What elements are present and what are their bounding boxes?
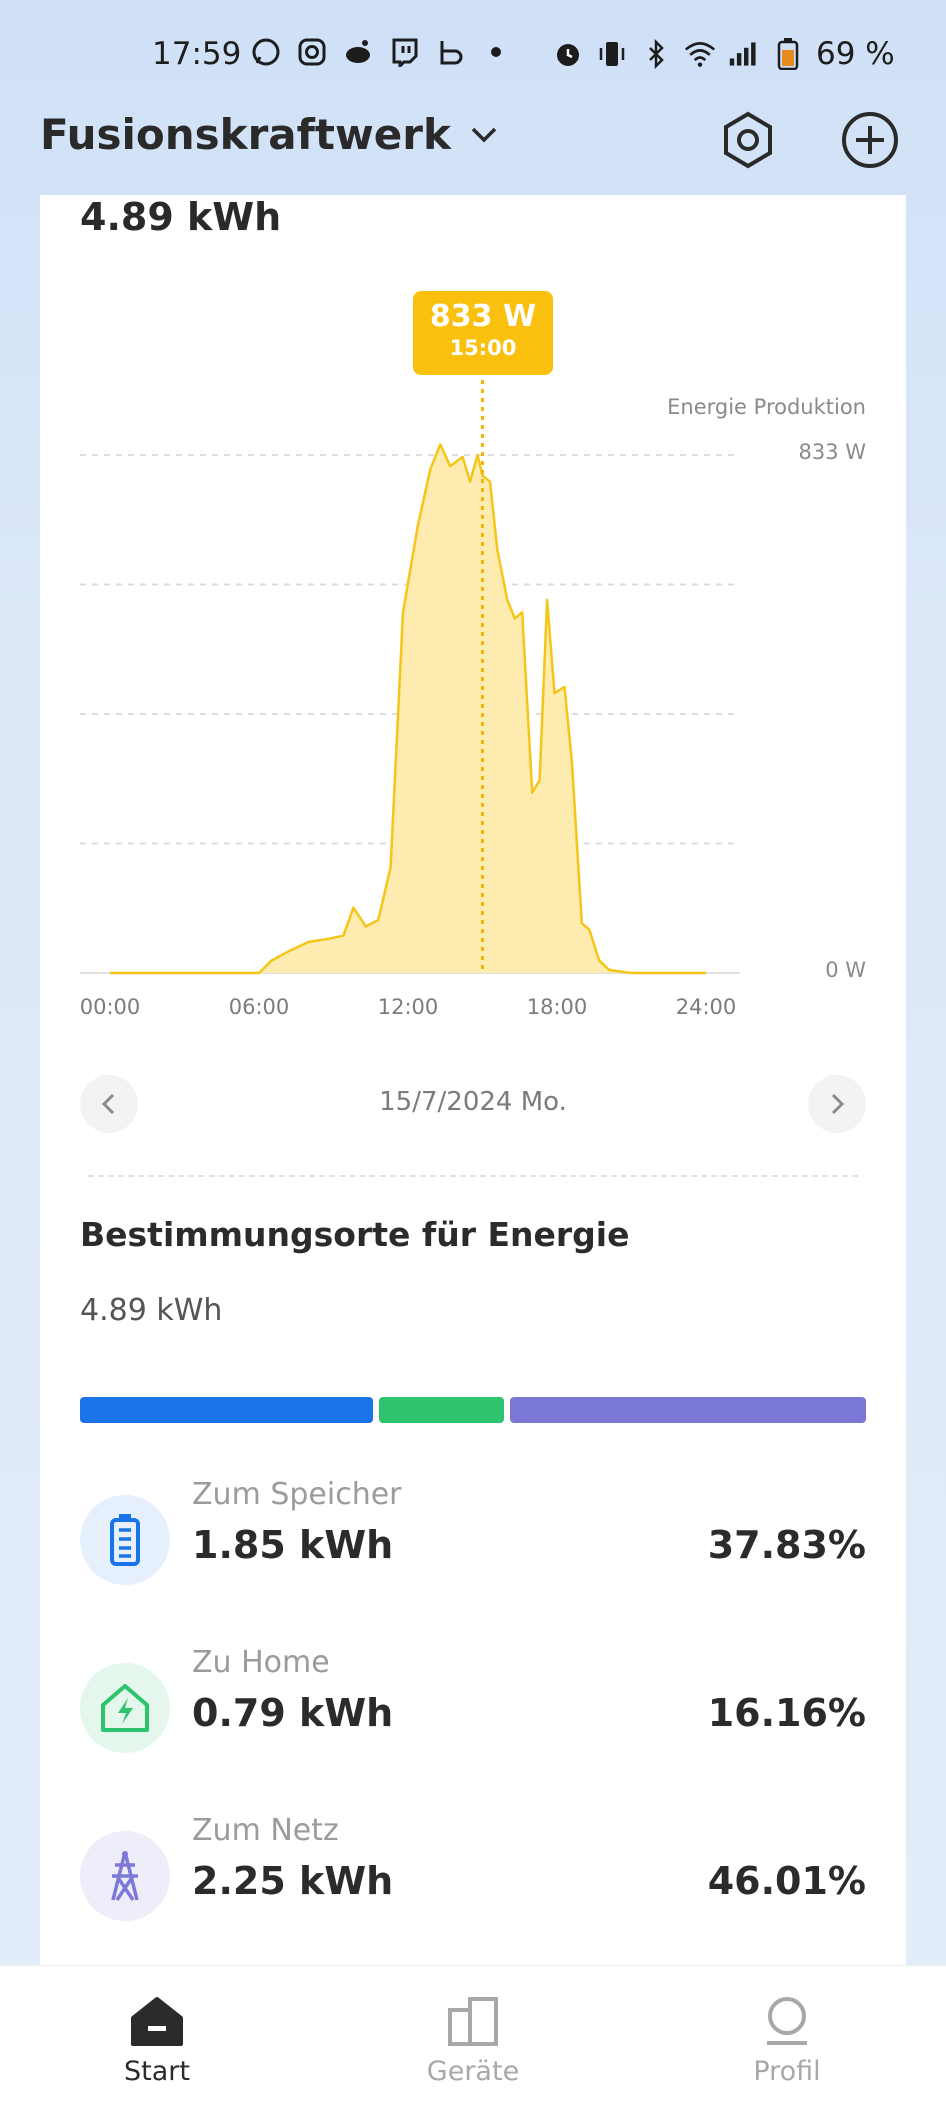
y-label-min: 0 W (825, 958, 866, 982)
bottom-tab-bar: Start Geräte Profil (0, 1965, 946, 2113)
y-label-max: 833 W (798, 440, 866, 464)
wifi-icon (684, 38, 716, 70)
profile-tab-icon (767, 1997, 807, 2045)
distribution-bar (80, 1397, 866, 1423)
destination-value: 2.25 kWh (192, 1859, 394, 1903)
tab-profil[interactable]: Profil (707, 1996, 867, 2087)
x-tick-label: 12:00 (377, 995, 439, 1019)
instagram-icon (296, 36, 328, 68)
chart-tooltip: 833 W 15:00 (413, 291, 553, 375)
share-segment-grid (509, 1397, 866, 1423)
destination-row-home[interactable]: Zu Home 0.79 kWh 16.16% (80, 1645, 866, 1765)
system-icons: 69 % (552, 36, 895, 72)
twitch-icon (388, 36, 420, 68)
destination-row-storage[interactable]: Zum Speicher 1.85 kWh 37.83% (80, 1477, 866, 1597)
tooltip-time: 15:00 (449, 336, 517, 360)
notification-icons (250, 36, 512, 68)
page-title: Fusionskraftwerk (40, 110, 451, 159)
x-tick-label: 00:00 (79, 995, 141, 1019)
section-title: Bestimmungsorte für Energie (80, 1215, 630, 1254)
battery-status-icon (772, 38, 804, 70)
series-area (110, 444, 706, 973)
devices-tab-icon (448, 1997, 498, 2046)
tab-label: Start (124, 2056, 190, 2087)
tab-geraete[interactable]: Geräte (393, 1996, 553, 2087)
chevron-right-icon (831, 1093, 845, 1115)
selected-date[interactable]: 15/7/2024 Mo. (80, 1087, 866, 1117)
destination-row-grid[interactable]: Zum Netz 2.25 kWh 46.01% (80, 1813, 866, 1933)
destination-percent: 46.01% (707, 1859, 866, 1903)
destination-label: Zu Home (192, 1645, 330, 1680)
destination-percent: 37.83% (707, 1523, 866, 1567)
x-tick-label: 18:00 (526, 995, 588, 1019)
plus-circle-icon (842, 112, 898, 168)
destination-percent: 16.16% (707, 1691, 866, 1735)
settings-button[interactable] (718, 110, 778, 170)
chevron-down-icon (471, 127, 497, 142)
home-energy-icon (80, 1663, 170, 1753)
alarm-icon (552, 38, 584, 70)
hexagon-settings-icon (724, 111, 772, 169)
grid-tower-icon (80, 1831, 170, 1921)
dot-icon (480, 36, 512, 68)
section-total: 4.89 kWh (80, 1293, 223, 1328)
destination-label: Zum Netz (192, 1813, 339, 1848)
divider (88, 1175, 858, 1177)
plant-selector[interactable]: Fusionskraftwerk (40, 110, 499, 159)
battery-percent: 69 % (816, 36, 895, 72)
date-navigator: 15/7/2024 Mo. (80, 1075, 866, 1135)
tab-start[interactable]: Start (77, 1996, 237, 2087)
share-segment-storage (80, 1397, 373, 1423)
destination-value: 1.85 kWh (192, 1523, 394, 1567)
status-bar: 17:59 69 % (0, 0, 946, 110)
home-tab-icon (131, 1997, 183, 2046)
signal-icon (728, 38, 760, 70)
app-b-icon (434, 36, 466, 68)
tab-label: Geräte (426, 2056, 520, 2087)
x-tick-label: 24:00 (675, 995, 737, 1019)
tooltip-value: 833 W (429, 299, 537, 334)
whatsapp-icon (250, 36, 282, 68)
destination-value: 0.79 kWh (192, 1691, 394, 1735)
bluetooth-icon (640, 38, 672, 70)
next-day-button[interactable] (808, 1075, 866, 1133)
add-button[interactable] (840, 110, 900, 170)
vibrate-icon (596, 38, 628, 70)
battery-icon (80, 1495, 170, 1585)
tab-label: Profil (753, 2056, 821, 2087)
app-header: Fusionskraftwerk (0, 100, 946, 196)
status-time: 17:59 (152, 36, 242, 72)
reddit-icon (342, 36, 374, 68)
content-card: 4.89 kWh 833 W 15:00 Energie Produktion … (40, 195, 906, 1965)
x-tick-label: 06:00 (228, 995, 290, 1019)
series-label: Energie Produktion (667, 395, 866, 419)
destination-label: Zum Speicher (192, 1477, 402, 1512)
share-segment-home (378, 1397, 504, 1423)
